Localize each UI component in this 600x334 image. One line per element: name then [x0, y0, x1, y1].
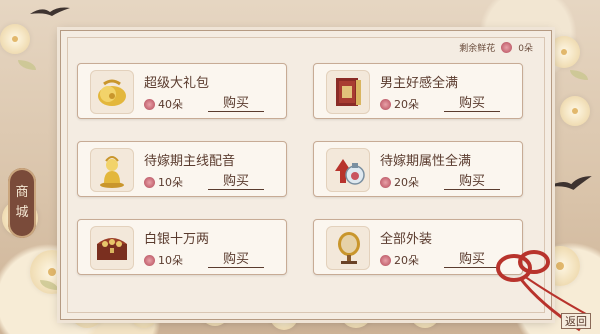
flower-icon — [144, 254, 155, 266]
item-price: 20朵 — [380, 252, 419, 268]
item-price: 20朵 — [380, 96, 419, 112]
treasure-chest-icon — [90, 226, 134, 270]
flower-icon — [380, 176, 391, 188]
item-price: 10朵 — [144, 174, 183, 190]
item-name: 待嫁期主线配音 — [144, 154, 236, 169]
golden-statue-icon — [90, 148, 134, 192]
back-button[interactable]: 返回 — [561, 313, 591, 329]
item-price: 20朵 — [380, 174, 419, 190]
item-name: 全部外装 — [380, 232, 433, 247]
shop-badge-char: 商 — [15, 185, 29, 200]
shop-item-card: 待嫁期属性全满 20朵 购买 — [313, 141, 523, 197]
currency-amount: 0朵 — [518, 44, 533, 54]
shop-item-card: 白银十万两 10朵 购买 — [77, 219, 287, 275]
price-value: 10朵 — [158, 176, 183, 189]
price-value: 40朵 — [158, 98, 183, 111]
shop-badge-char: 城 — [15, 205, 29, 220]
price-value: 20朵 — [394, 98, 419, 111]
item-price: 40朵 — [144, 96, 183, 112]
shop-item-card: 待嫁期主线配音 10朵 购买 — [77, 141, 287, 197]
price-value: 10朵 — [158, 254, 183, 267]
peony-flower-decoration — [560, 96, 590, 126]
flower-icon — [144, 176, 155, 188]
item-name: 超级大礼包 — [144, 76, 210, 91]
flower-icon — [501, 42, 513, 53]
potion-up-icon — [326, 148, 370, 192]
item-price: 10朵 — [144, 252, 183, 268]
shop-side-badge: 商 城 — [8, 168, 36, 238]
price-value: 20朵 — [394, 176, 419, 189]
buy-button[interactable]: 购买 — [444, 92, 500, 112]
peony-flower-decoration — [548, 36, 580, 68]
book-icon — [326, 70, 370, 114]
item-name: 男主好感全满 — [380, 76, 459, 91]
buy-button[interactable]: 购买 — [208, 92, 264, 112]
mirror-icon — [326, 226, 370, 270]
buy-button[interactable]: 购买 — [208, 248, 264, 268]
flower-icon — [144, 98, 155, 110]
currency-display: 剩余鲜花 0朵 — [459, 41, 533, 54]
shop-item-card: 超级大礼包 40朵 购买 — [77, 63, 287, 119]
flower-icon — [380, 254, 391, 266]
price-value: 20朵 — [394, 254, 419, 267]
buy-button[interactable]: 购买 — [444, 170, 500, 190]
shop-item-card: 男主好感全满 20朵 购买 — [313, 63, 523, 119]
gift-bag-icon — [90, 70, 134, 114]
item-name: 待嫁期属性全满 — [380, 154, 472, 169]
currency-label: 剩余鲜花 — [459, 44, 496, 54]
flower-icon — [380, 98, 391, 110]
swallow-bird-icon — [30, 7, 70, 16]
buy-button[interactable]: 购买 — [208, 170, 264, 190]
shop-panel: 剩余鲜花 0朵 超级大礼包 40朵 购买 男主好感全满 20朵 购买 待嫁期主线… — [60, 30, 552, 320]
item-name: 白银十万两 — [144, 232, 210, 247]
peony-flower-decoration — [0, 24, 30, 54]
